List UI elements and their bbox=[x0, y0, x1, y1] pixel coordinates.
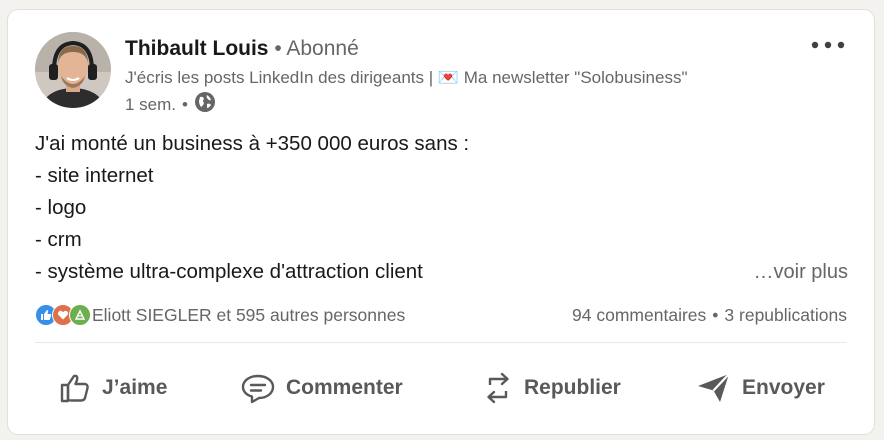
thumbs-up-icon bbox=[60, 374, 89, 403]
send-label: Envoyer bbox=[742, 376, 825, 399]
send-button[interactable]: Envoyer bbox=[696, 360, 825, 416]
post-line: - système ultra-complexe d'attraction cl… bbox=[35, 260, 423, 283]
comment-icon bbox=[241, 374, 275, 404]
action-bar: J’aime Commenter Republier Envoyer bbox=[8, 360, 874, 416]
see-more-link[interactable]: …voir plus bbox=[754, 256, 848, 288]
repost-button[interactable]: Republier bbox=[482, 360, 621, 416]
reactions-summary[interactable]: Eliott SIEGLER et 595 autres personnes bbox=[35, 304, 405, 326]
social-counts: Eliott SIEGLER et 595 autres personnes 9… bbox=[35, 302, 847, 328]
send-icon bbox=[698, 373, 730, 402]
comment-button[interactable]: Commenter bbox=[240, 360, 403, 416]
author-headline: J'écris les posts LinkedIn des dirigeant… bbox=[125, 67, 795, 89]
avatar-photo bbox=[35, 32, 111, 108]
post-line: J'ai monté un business à +350 000 euros … bbox=[35, 132, 470, 155]
comment-label: Commenter bbox=[286, 376, 403, 399]
author-avatar[interactable] bbox=[35, 32, 111, 108]
reposts-count[interactable]: 3 republications bbox=[724, 305, 847, 326]
comments-count[interactable]: 94 commentaires bbox=[572, 305, 706, 326]
post-text: J'ai monté un business à +350 000 euros … bbox=[35, 128, 850, 288]
reactions-text: Eliott SIEGLER et 595 autres personnes bbox=[92, 304, 406, 325]
post-meta: 1 sem. • bbox=[125, 91, 216, 119]
globe-icon bbox=[194, 91, 216, 119]
counts-separator: • bbox=[712, 304, 719, 325]
engagement-counts: 94 commentaires • 3 republications bbox=[572, 305, 847, 326]
divider bbox=[35, 342, 847, 343]
name-separator: • bbox=[274, 37, 282, 60]
support-icon bbox=[69, 304, 91, 326]
repost-label: Republier bbox=[524, 376, 621, 399]
meta-separator: • bbox=[182, 95, 188, 114]
repost-icon bbox=[487, 372, 509, 404]
author-headline-text: J'écris les posts LinkedIn des dirigeant… bbox=[125, 68, 688, 87]
post-line: - site internet bbox=[35, 164, 154, 187]
like-button[interactable]: J’aime bbox=[58, 360, 167, 416]
post-time[interactable]: 1 sem. bbox=[125, 94, 176, 116]
author-line: Thibault Louis • Abonné bbox=[125, 36, 359, 62]
ellipsis-icon bbox=[811, 41, 845, 49]
post-line: - logo bbox=[35, 196, 87, 219]
post-card: Thibault Louis • Abonné J'écris les post… bbox=[8, 10, 874, 434]
post-line: - crm bbox=[35, 228, 82, 251]
like-label: J’aime bbox=[102, 376, 168, 399]
reaction-icons bbox=[35, 304, 91, 326]
more-options-button[interactable] bbox=[808, 34, 848, 56]
author-name[interactable]: Thibault Louis bbox=[125, 37, 268, 60]
follow-status: Abonné bbox=[286, 37, 359, 60]
